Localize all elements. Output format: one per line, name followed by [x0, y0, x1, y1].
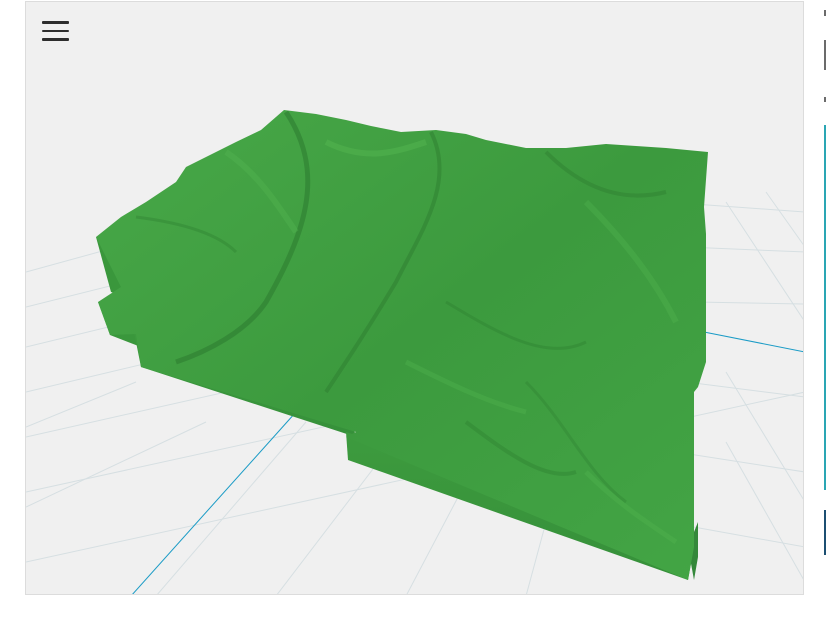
3d-viewport[interactable]: [25, 1, 804, 595]
hamburger-menu-icon[interactable]: [42, 18, 74, 44]
menu-bar: [42, 29, 69, 33]
menu-bar: [42, 21, 69, 24]
terrain-surface: [96, 110, 708, 580]
terrain-scene[interactable]: [26, 2, 804, 595]
menu-bar: [42, 38, 69, 41]
side-panel-edge: [822, 0, 826, 619]
